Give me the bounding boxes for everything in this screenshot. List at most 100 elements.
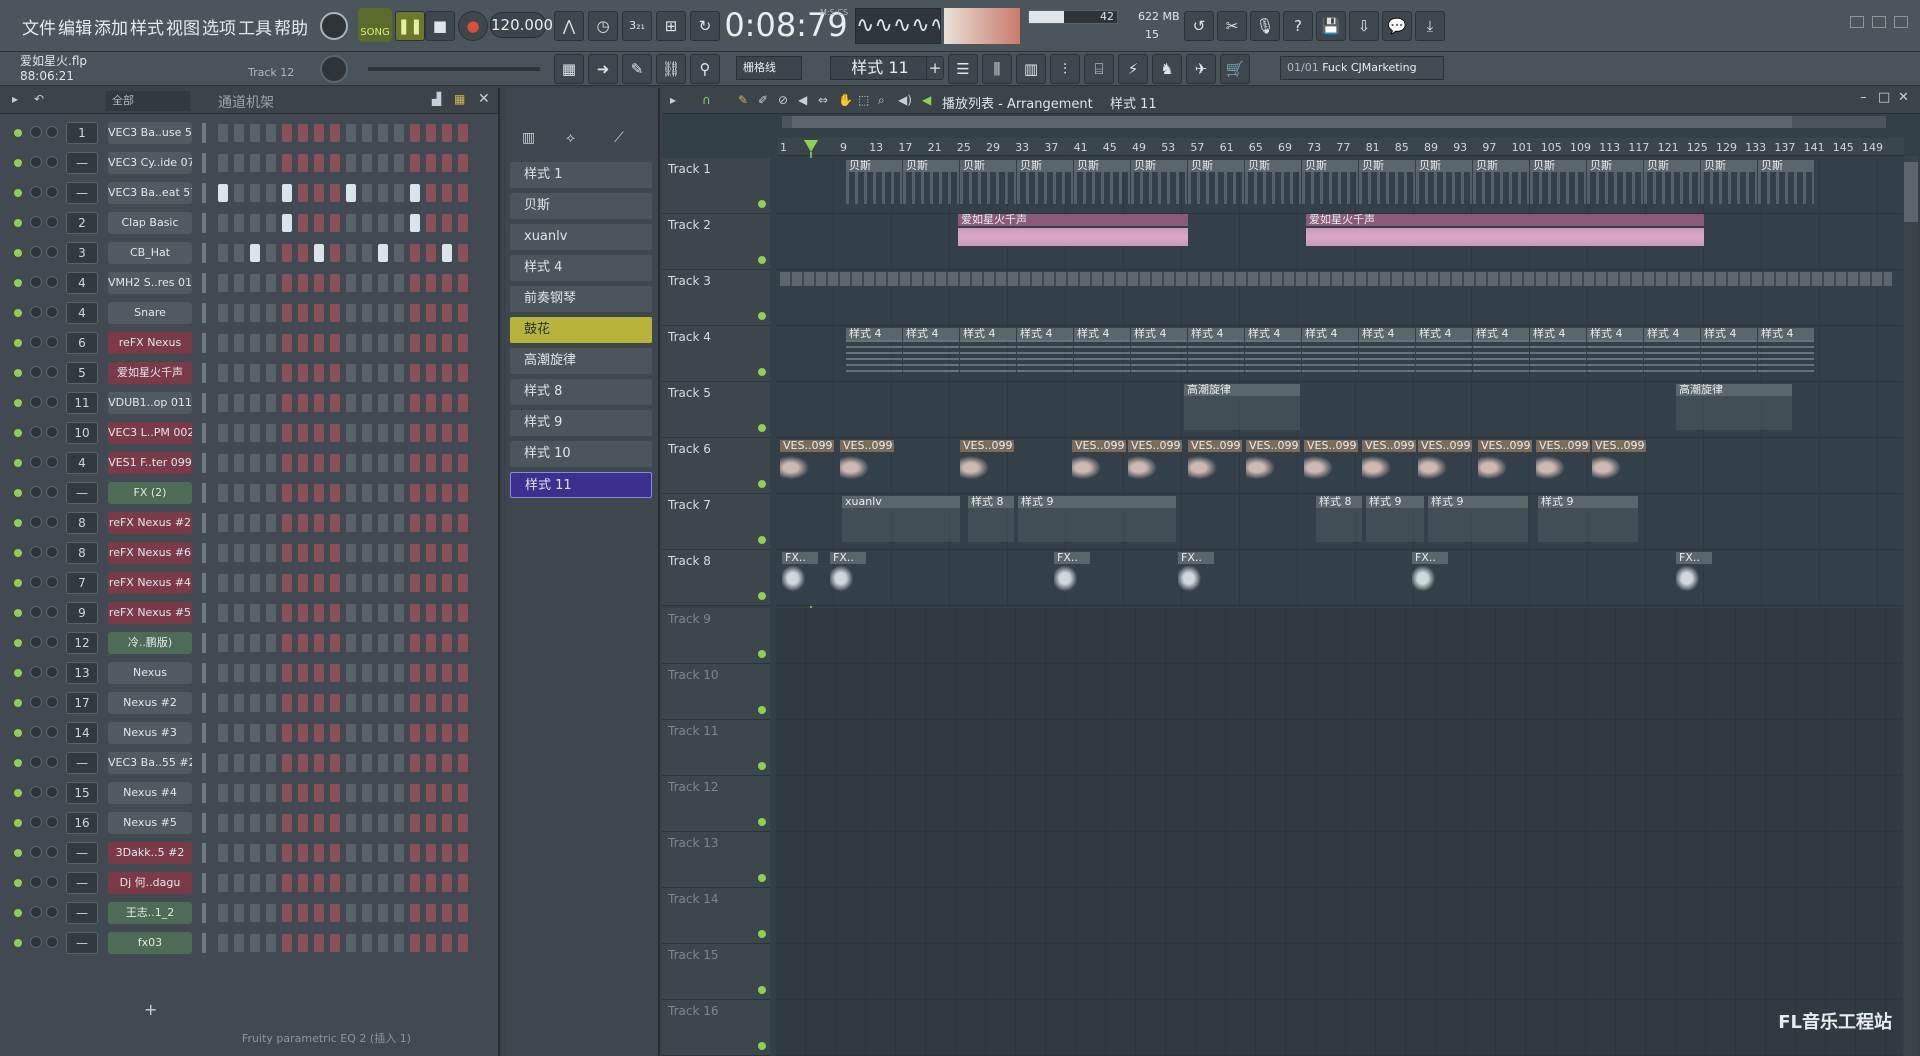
step-button[interactable] <box>458 364 468 382</box>
step-button[interactable] <box>442 274 452 292</box>
channel-mute-led[interactable] <box>14 399 22 407</box>
audio-icon[interactable]: ⟋ <box>614 130 624 146</box>
channel-name-button[interactable]: VEC3 L..PM 002 <box>108 422 192 444</box>
step-button[interactable] <box>298 394 308 412</box>
channel-select-bar[interactable] <box>202 513 206 533</box>
channel-select-bar[interactable] <box>202 153 206 173</box>
paint-icon[interactable]: ✐ <box>758 93 768 107</box>
step-button[interactable] <box>442 514 452 532</box>
step-button[interactable] <box>442 574 452 592</box>
step-button[interactable] <box>362 514 372 532</box>
step-button[interactable] <box>330 364 340 382</box>
step-button[interactable] <box>234 814 244 832</box>
step-button[interactable] <box>442 664 452 682</box>
step-button[interactable] <box>378 214 388 232</box>
step-button[interactable] <box>458 574 468 592</box>
channel-name-button[interactable]: reFX Nexus #5 <box>108 602 192 624</box>
track-enable-led[interactable] <box>758 986 766 994</box>
step-button[interactable] <box>298 694 308 712</box>
step-button[interactable] <box>410 274 420 292</box>
delete-icon[interactable]: ⊘ <box>778 93 788 107</box>
step-button[interactable] <box>218 604 228 622</box>
step-button[interactable] <box>234 154 244 172</box>
channel-volume-knob[interactable] <box>30 606 42 618</box>
restore-window-icon[interactable] <box>1872 16 1886 28</box>
playlist-window-icon[interactable]: ▦ <box>554 54 584 84</box>
step-button[interactable] <box>266 124 276 142</box>
step-button[interactable] <box>314 754 324 772</box>
step-button[interactable] <box>218 664 228 682</box>
channel-name-button[interactable]: VEC3 Cy..ide 07 <box>108 152 192 174</box>
step-button[interactable] <box>394 904 404 922</box>
track-enable-led[interactable] <box>758 368 766 376</box>
mixer-icon[interactable]: ⫶ <box>1050 54 1080 84</box>
step-button[interactable] <box>234 634 244 652</box>
step-button[interactable] <box>394 274 404 292</box>
step-button[interactable] <box>314 724 324 742</box>
step-button[interactable] <box>362 364 372 382</box>
pattern-clip[interactable]: VES..099 <box>1478 440 1532 486</box>
step-button[interactable] <box>426 484 436 502</box>
channel-volume-knob[interactable] <box>30 726 42 738</box>
render-icon[interactable]: ⇩ <box>1349 11 1379 41</box>
step-button[interactable] <box>298 724 308 742</box>
step-button[interactable] <box>362 694 372 712</box>
channel-select-bar[interactable] <box>202 183 206 203</box>
track-header[interactable]: Track 12 <box>662 776 770 832</box>
step-button[interactable] <box>266 304 276 322</box>
pattern-clip[interactable]: VES..099 <box>1592 440 1646 486</box>
step-button[interactable] <box>362 754 372 772</box>
step-button[interactable] <box>378 244 388 262</box>
arrow-tool-icon[interactable]: ➜ <box>588 54 618 84</box>
step-button[interactable] <box>426 334 436 352</box>
pattern-item[interactable]: 样式 11 <box>510 472 652 498</box>
step-button[interactable] <box>250 664 260 682</box>
channel-mute-led[interactable] <box>14 219 22 227</box>
channel-pan-knob[interactable] <box>46 126 58 138</box>
step-button[interactable] <box>458 814 468 832</box>
step-button[interactable] <box>266 334 276 352</box>
link-icon[interactable]: ⛓ <box>656 54 686 84</box>
pattern-clip[interactable]: xuanlv <box>842 496 960 542</box>
pattern-clip[interactable]: 贝斯 <box>1245 160 1301 204</box>
step-button[interactable] <box>330 844 340 862</box>
step-button[interactable] <box>218 484 228 502</box>
channel-mixer-track[interactable]: 4 <box>66 302 98 324</box>
channel-volume-knob[interactable] <box>30 756 42 768</box>
step-button[interactable] <box>234 694 244 712</box>
channel-mute-led[interactable] <box>14 729 22 737</box>
channel-pan-knob[interactable] <box>46 936 58 948</box>
step-button[interactable] <box>346 334 356 352</box>
step-view-icon[interactable]: ▦ <box>454 92 465 106</box>
track-enable-led[interactable] <box>758 762 766 770</box>
step-button[interactable] <box>346 604 356 622</box>
step-button[interactable] <box>442 874 452 892</box>
step-button[interactable] <box>458 754 468 772</box>
pattern-item[interactable]: 贝斯 <box>510 193 652 219</box>
track-enable-led[interactable] <box>758 874 766 882</box>
step-button[interactable] <box>426 124 436 142</box>
step-button[interactable] <box>266 514 276 532</box>
step-button[interactable] <box>314 304 324 322</box>
step-button[interactable] <box>330 664 340 682</box>
channel-volume-knob[interactable] <box>30 186 42 198</box>
track-enable-led[interactable] <box>758 200 766 208</box>
step-button[interactable] <box>266 244 276 262</box>
channel-volume-knob[interactable] <box>30 876 42 888</box>
pattern-clip[interactable]: 样式 9 <box>1018 496 1176 542</box>
channel-select-bar[interactable] <box>202 723 206 743</box>
step-button[interactable] <box>346 694 356 712</box>
step-button[interactable] <box>234 844 244 862</box>
channel-name-button[interactable]: Nexus <box>108 662 192 684</box>
step-button[interactable] <box>314 934 324 952</box>
step-button[interactable] <box>218 754 228 772</box>
step-button[interactable] <box>330 334 340 352</box>
step-button[interactable] <box>362 304 372 322</box>
undo-icon[interactable]: ↺ <box>1184 11 1214 41</box>
step-button[interactable] <box>426 604 436 622</box>
channel-mixer-track[interactable]: 5 <box>66 362 98 384</box>
step-button[interactable] <box>298 874 308 892</box>
step-button[interactable] <box>314 574 324 592</box>
step-button[interactable] <box>410 814 420 832</box>
step-button[interactable] <box>266 874 276 892</box>
